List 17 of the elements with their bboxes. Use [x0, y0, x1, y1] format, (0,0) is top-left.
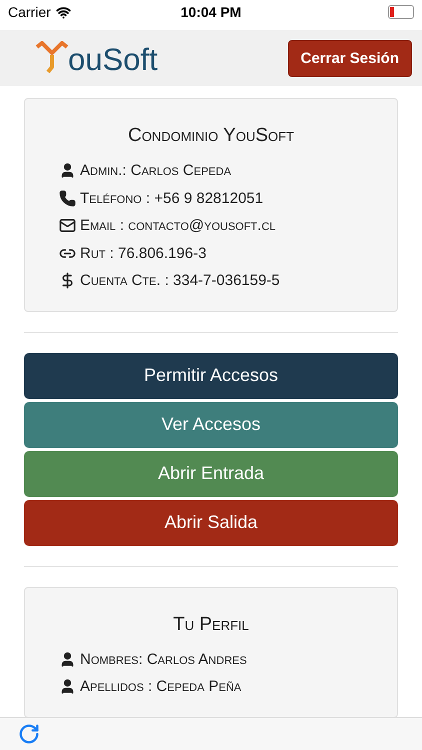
- info-text: Rut : 76.806.196-3: [80, 244, 206, 262]
- action-button[interactable]: Ver Accesos: [24, 402, 398, 448]
- info-text: Apellidos : Cepeda Peña: [80, 678, 242, 696]
- action-button[interactable]: Abrir Entrada: [24, 450, 398, 496]
- logo-text: ouSoft: [68, 44, 158, 75]
- info-text: Admin.: Carlos Cepeda: [80, 162, 232, 180]
- info-text: Nombres: Carlos Andres: [80, 650, 247, 668]
- card-title: Condominio YouSoft: [126, 125, 296, 147]
- action-button[interactable]: Abrir Salida: [24, 500, 398, 546]
- logout-button[interactable]: Cerrar Sesión: [288, 40, 412, 76]
- info-text: Teléfono : +56 9 82812051: [80, 190, 264, 207]
- info-text: Cuenta Cte. : 334-7-036159-5: [80, 272, 280, 290]
- carrier-text: Carrier: [8, 4, 51, 20]
- clock-text: 10:04 PM: [180, 4, 242, 20]
- action-button[interactable]: Permitir Accesos: [24, 352, 398, 398]
- info-text: Email : contacto@yousoft.cl: [80, 217, 276, 234]
- card-title: Tu Perfil: [172, 614, 250, 636]
